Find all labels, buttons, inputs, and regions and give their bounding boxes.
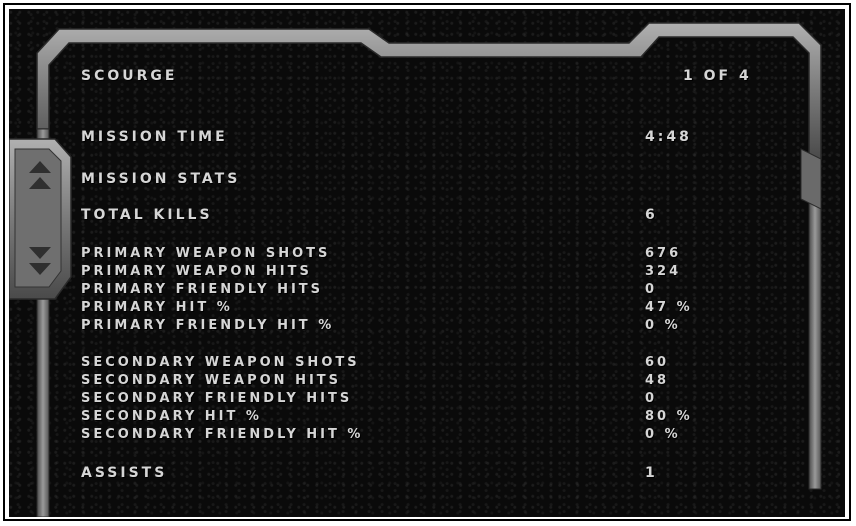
- stat-row-secondary-hits: Secondary weapon hits 48: [9, 372, 845, 390]
- stat-label: Secondary friendly hits: [81, 391, 353, 406]
- stat-value: 48: [645, 373, 670, 388]
- mission-time-label: Mission Time: [81, 129, 228, 145]
- stat-row-total-kills: Total kills 6: [9, 206, 845, 224]
- stat-row-primary-hit-percent: Primary hit % 47 %: [9, 299, 845, 317]
- stat-label: Secondary friendly hit %: [81, 427, 364, 442]
- stat-row-primary-hits: Primary weapon hits 324: [9, 263, 845, 281]
- stat-value: 6: [645, 207, 658, 223]
- stat-row-secondary-friendly-hit-percent: Secondary friendly hit % 0 %: [9, 426, 845, 444]
- stat-row-secondary-hit-percent: Secondary hit % 80 %: [9, 408, 845, 426]
- stat-value: 0: [645, 391, 658, 406]
- mission-stats-heading: Mission Stats: [9, 170, 845, 188]
- stat-label: Assists: [81, 465, 168, 481]
- stat-label: Secondary hit %: [81, 409, 262, 424]
- stat-value: 0 %: [645, 318, 681, 333]
- page-indicator: 1 of 4: [683, 68, 752, 84]
- mission-time-row: Mission Time 4:48: [9, 128, 845, 146]
- stat-label: Primary weapon hits: [81, 264, 312, 279]
- stat-label: Primary friendly hit %: [81, 318, 335, 333]
- stat-value: 80 %: [645, 409, 693, 424]
- stat-value: 324: [645, 264, 682, 279]
- stat-label: Secondary weapon shots: [81, 355, 360, 370]
- stat-value: 676: [645, 246, 682, 261]
- stat-label: Primary hit %: [81, 300, 233, 315]
- stat-label: Total kills: [81, 207, 213, 223]
- stat-value: 47 %: [645, 300, 693, 315]
- stat-value: 60: [645, 355, 670, 370]
- header-row: Scourge 1 of 4: [9, 67, 845, 85]
- mission-time-value: 4:48: [645, 129, 692, 145]
- stat-value: 0 %: [645, 427, 681, 442]
- mission-stats-label: Mission Stats: [81, 171, 241, 187]
- stat-value: 0: [645, 282, 658, 297]
- stat-label: Primary friendly hits: [81, 282, 324, 297]
- stat-label: Primary weapon shots: [81, 246, 331, 261]
- stat-row-secondary-shots: Secondary weapon shots 60: [9, 354, 845, 372]
- stat-value: 1: [645, 465, 658, 481]
- stat-label: Secondary weapon hits: [81, 373, 342, 388]
- pilot-name: Scourge: [81, 68, 178, 84]
- stat-row-secondary-friendly-hits: Secondary friendly hits 0: [9, 390, 845, 408]
- stats-screen: Scourge 1 of 4 Mission Time 4:48 Mission…: [9, 9, 845, 517]
- stat-row-primary-shots: Primary weapon shots 676: [9, 245, 845, 263]
- stat-row-assists: Assists 1: [9, 464, 845, 482]
- stat-row-primary-friendly-hit-percent: Primary friendly hit % 0 %: [9, 317, 845, 335]
- stat-row-primary-friendly-hits: Primary friendly hits 0: [9, 281, 845, 299]
